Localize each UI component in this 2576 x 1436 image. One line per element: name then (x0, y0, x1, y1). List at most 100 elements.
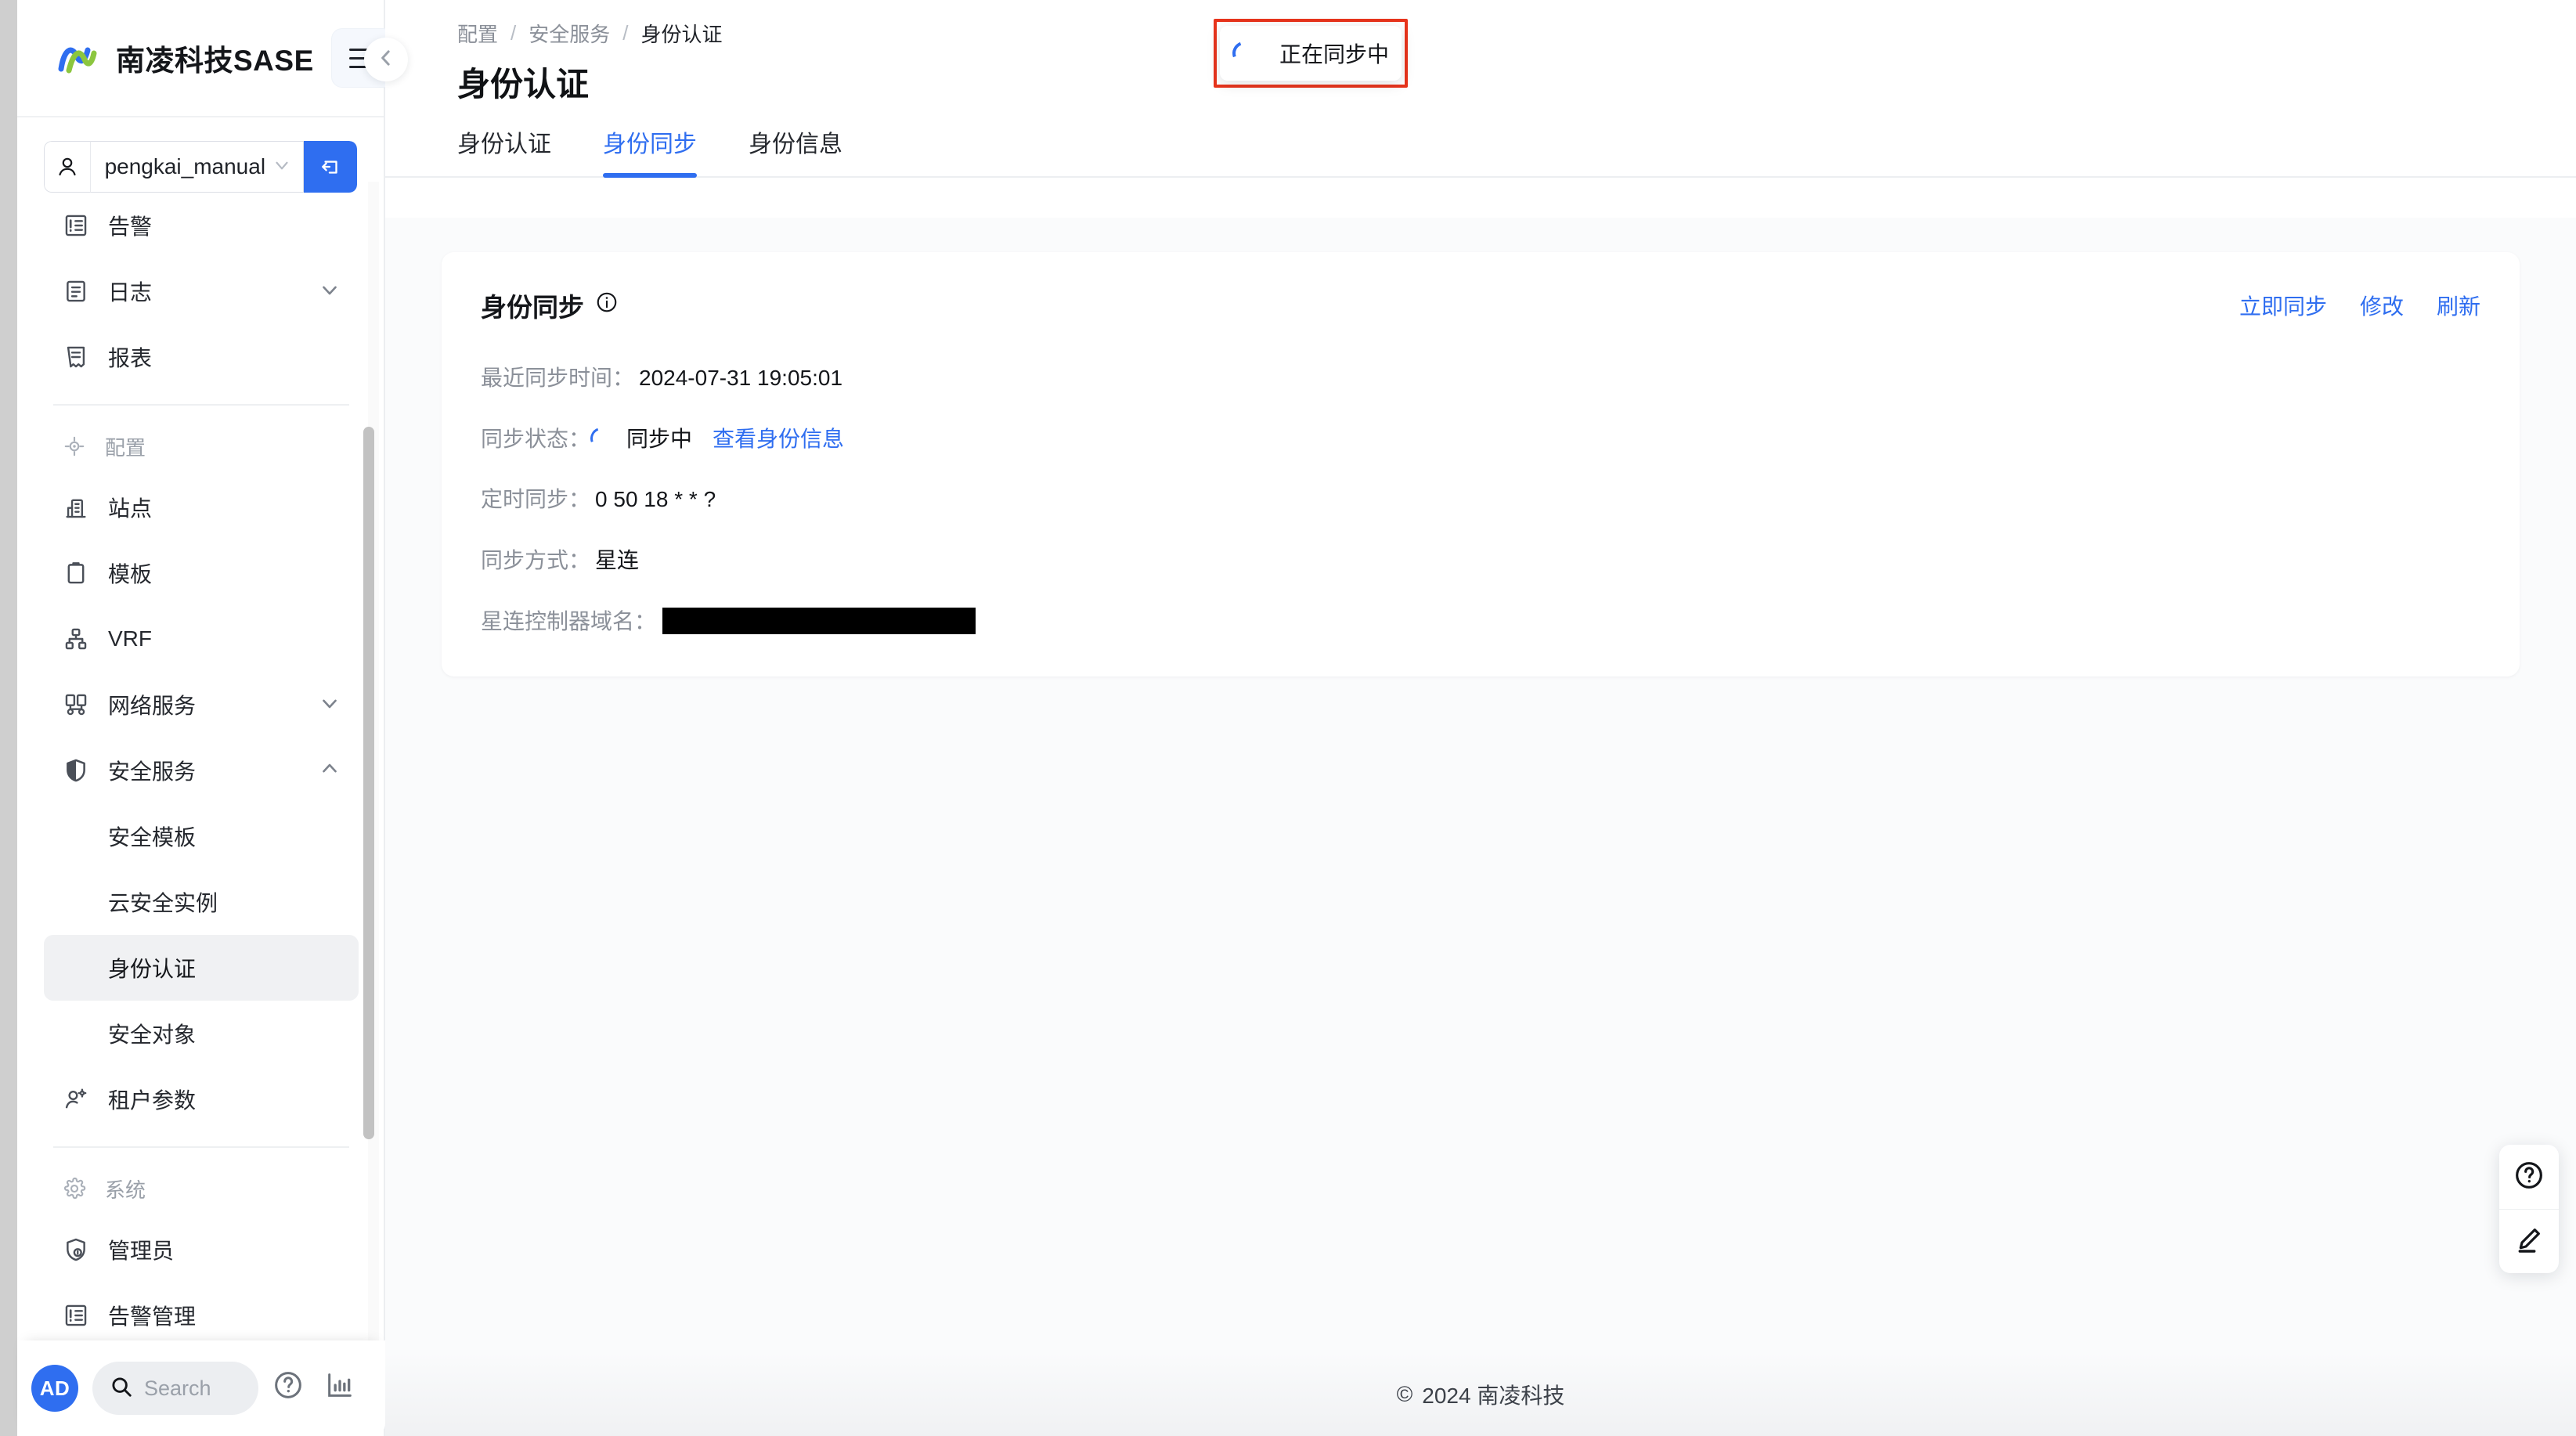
sidebar-item-label: 租户参数 (108, 1088, 197, 1113)
sidebar-item-安全模板[interactable]: 安全模板 (44, 803, 359, 869)
sidebar-item-报表[interactable]: 报表 (44, 324, 359, 390)
background-window-strip (0, 0, 17, 1436)
nanling-logo-icon (56, 39, 99, 77)
chevron-down-icon[interactable] (318, 691, 341, 719)
content-area: 身份同步 立即同步 修改 刷新 最近同步时间： 2024-07-31 19:05… (385, 218, 2576, 1353)
sidebar-item-告警管理[interactable]: 告警管理 (44, 1283, 359, 1340)
app-window: 南凌科技SASE pengkai_manual 告警 日志 报表 配置 站点 模… (17, 0, 2576, 1436)
sidebar-footer: AD Search (17, 1340, 385, 1436)
sidebar-scrollbar-track[interactable] (363, 182, 379, 1340)
info-circle-icon[interactable] (595, 290, 619, 320)
floating-dock (2499, 1145, 2559, 1273)
field-value: 同步中 (626, 426, 693, 451)
breadcrumb-item-身份认证: 身份认证 (640, 22, 723, 46)
search-input[interactable]: Search (92, 1362, 258, 1415)
sidebar: 南凌科技SASE pengkai_manual 告警 日志 报表 配置 站点 模… (17, 0, 394, 1436)
sidebar-item-label: 身份认证 (108, 957, 197, 981)
sidebar-item-label: 网络服务 (108, 694, 197, 718)
field-row: 同步方式： 星连 (481, 547, 2480, 574)
sidebar-collapse-button[interactable] (364, 38, 408, 81)
nav-group-label: 配置 (105, 435, 146, 460)
tab-身份信息[interactable]: 身份信息 (749, 124, 842, 176)
nav-divider (53, 404, 349, 406)
card-actions: 立即同步 修改 刷新 (2239, 290, 2480, 321)
sidebar-item-日志[interactable]: 日志 (44, 258, 359, 324)
log-icon (63, 278, 89, 305)
card-action-修改[interactable]: 修改 (2360, 290, 2404, 321)
sidebar-item-安全服务[interactable]: 安全服务 (44, 738, 359, 803)
sidebar-item-身份认证[interactable]: 身份认证 (44, 935, 359, 1001)
sidebar-scrollbar-thumb[interactable] (363, 427, 374, 1139)
breadcrumb-item-安全服务[interactable]: 安全服务 (529, 19, 610, 48)
card-title-text: 身份同步 (481, 293, 584, 322)
sync-toast: 正在同步中 (1220, 26, 1402, 81)
sidebar-item-label: 安全模板 (108, 825, 197, 850)
sidebar-item-VRF[interactable]: VRF (44, 606, 359, 672)
breadcrumb-separator: / (622, 20, 629, 45)
sidebar-item-label: 告警管理 (108, 1304, 197, 1329)
field-value: 0 50 18 * * ? (595, 487, 716, 512)
field-row: 定时同步： 0 50 18 * * ? (481, 486, 2480, 513)
brand-header: 南凌科技SASE (17, 0, 394, 117)
redacted-value (662, 608, 976, 635)
vrf-network-icon (63, 626, 89, 652)
field-row: 最近同步时间： 2024-07-31 19:05:01 (481, 365, 2480, 391)
nav-group-label: 系统 (105, 1178, 146, 1202)
card-action-刷新[interactable]: 刷新 (2437, 290, 2480, 321)
help-circle-icon[interactable] (272, 1369, 310, 1407)
card-fields: 最近同步时间： 2024-07-31 19:05:01 同步状态： 同步中 查看身份信息… (481, 365, 2480, 635)
field-value: 2024-07-31 19:05:01 (639, 366, 843, 390)
help-circle-icon (2513, 1160, 2545, 1195)
sidebar-item-label: 站点 (108, 496, 153, 521)
field-row: 同步状态： 同步中 查看身份信息 (481, 424, 2480, 453)
sidebar-item-告警[interactable]: 告警 (44, 193, 359, 258)
brand-name: 南凌科技SASE (116, 45, 314, 77)
sidebar-item-label: 日志 (108, 280, 153, 305)
sidebar-item-label: 管理员 (108, 1239, 175, 1263)
breadcrumb-item-配置[interactable]: 配置 (457, 19, 498, 48)
card-title: 身份同步 (481, 287, 619, 324)
tab-身份认证[interactable]: 身份认证 (457, 124, 551, 176)
feedback-button[interactable] (2499, 1209, 2559, 1273)
tab-身份同步[interactable]: 身份同步 (603, 124, 697, 178)
shield-icon (63, 757, 89, 784)
sidebar-item-模板[interactable]: 模板 (44, 540, 359, 606)
report-icon (63, 344, 89, 370)
sync-toast-text: 正在同步中 (1279, 42, 1389, 67)
card-action-立即同步[interactable]: 立即同步 (2239, 290, 2327, 321)
sidebar-item-租户参数[interactable]: 租户参数 (44, 1066, 359, 1132)
card-header: 身份同步 立即同步 修改 刷新 (481, 287, 2480, 324)
nav-group-系统: 系统 (44, 1160, 359, 1217)
sidebar-item-label: 云安全实例 (108, 891, 218, 915)
gear-icon (63, 1177, 86, 1200)
sidebar-item-安全对象[interactable]: 安全对象 (44, 1001, 359, 1066)
field-label: 同步方式： (481, 547, 591, 572)
sidebar-item-label: 告警 (108, 215, 153, 239)
field-label: 最近同步时间： (481, 366, 635, 390)
sidebar-item-label: 模板 (108, 562, 153, 586)
network-service-icon (63, 691, 89, 718)
avatar[interactable]: AD (31, 1365, 78, 1412)
sidebar-item-站点[interactable]: 站点 (44, 474, 359, 540)
field-link[interactable]: 查看身份信息 (713, 426, 844, 453)
sidebar-item-网络服务[interactable]: 网络服务 (44, 672, 359, 738)
loading-spinner-icon (586, 424, 616, 453)
search-icon (110, 1375, 133, 1402)
nav-group-配置: 配置 (44, 418, 359, 474)
footer: © 2024 南凌科技 (385, 1353, 2576, 1436)
chevron-up-icon[interactable] (318, 757, 341, 785)
bar-chart-icon[interactable] (324, 1369, 362, 1407)
alert-list-icon (63, 212, 89, 239)
sidebar-item-云安全实例[interactable]: 云安全实例 (44, 869, 359, 935)
admin-shield-icon (63, 1236, 89, 1263)
footer-text: 2024 南凌科技 (1422, 1384, 1565, 1408)
breadcrumb-separator: / (511, 20, 517, 45)
chevron-down-icon[interactable] (318, 278, 341, 305)
field-label: 同步状态： (481, 426, 591, 451)
alert-list-icon (63, 1302, 89, 1329)
template-icon (63, 560, 89, 586)
sidebar-item-管理员[interactable]: 管理员 (44, 1217, 359, 1283)
edit-pencil-icon (2513, 1224, 2545, 1259)
site-building-icon (63, 494, 89, 521)
help-button[interactable] (2499, 1145, 2559, 1209)
